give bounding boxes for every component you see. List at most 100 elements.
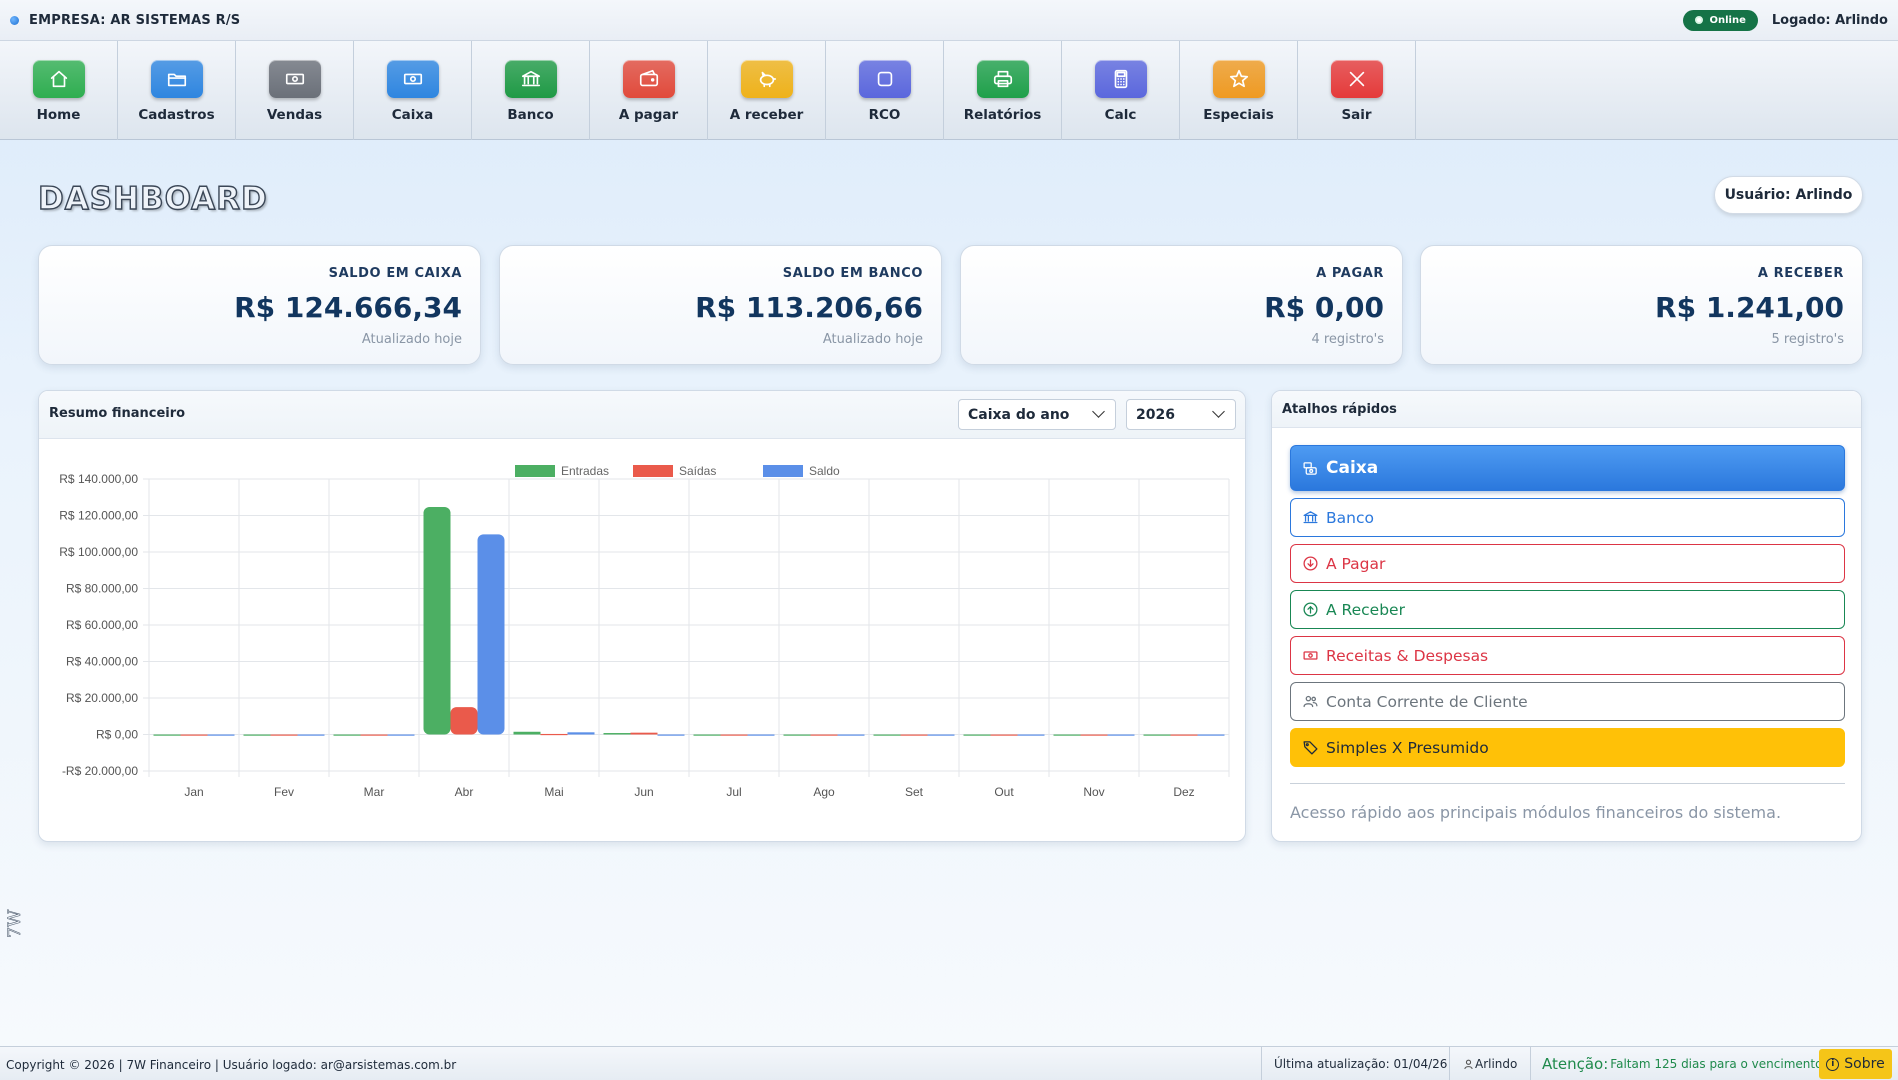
y-tick-label: R$ 20.000,00	[66, 691, 138, 705]
bank-icon	[504, 60, 557, 98]
cash-icon	[1302, 647, 1326, 664]
bar-sadas	[1170, 734, 1198, 736]
bar-saldo	[207, 734, 235, 736]
toolbar-button-caixa[interactable]: Caixa	[354, 41, 472, 140]
shortcut-receitas-despesas[interactable]: Receitas & Despesas	[1290, 636, 1845, 675]
company-name: EMPRESA: AR SISTEMAS R/S	[29, 12, 241, 28]
toolbar-button-home[interactable]: Home	[0, 41, 118, 140]
bar-entradas	[243, 734, 271, 736]
bank-icon	[1302, 509, 1326, 526]
arrow-up-circle-icon	[1302, 601, 1326, 618]
legend-label: Saídas	[679, 464, 716, 478]
bar-saldo	[477, 534, 505, 735]
shortcut-caixa[interactable]: Caixa	[1290, 445, 1845, 491]
card-subtext: 5 registro's	[1771, 332, 1844, 347]
user-pill[interactable]: Usuário: Arlindo	[1714, 176, 1863, 214]
y-tick-label: R$ 140.000,00	[59, 472, 138, 486]
tag-icon	[1302, 739, 1326, 756]
bar-entradas	[513, 731, 541, 735]
card-value: R$ 124.666,34	[234, 291, 462, 324]
panel-header: Resumo financeiro Caixa do ano 2026	[39, 391, 1245, 439]
x-tick-label: Set	[905, 785, 924, 799]
bar-entradas	[603, 733, 631, 735]
bar-entradas	[873, 734, 901, 736]
toolbar-button-a-receber[interactable]: A receber	[708, 41, 826, 140]
folder-icon	[150, 60, 203, 98]
period-select[interactable]: Caixa do ano	[958, 399, 1116, 430]
y-tick-label: -R$ 20.000,00	[62, 764, 138, 778]
legend-swatch	[633, 465, 673, 477]
shortcut-label: Conta Corrente de Cliente	[1326, 692, 1528, 711]
footer: Copyright © 2026 | 7W Financeiro | Usuár…	[0, 1046, 1898, 1080]
toolbar-label: Calc	[1104, 107, 1137, 123]
year-select[interactable]: 2026	[1126, 399, 1236, 430]
y-tick-label: R$ 80.000,00	[66, 582, 138, 596]
card-label: A RECEBER	[1757, 266, 1844, 281]
toolbar-button-sair[interactable]: Sair	[1298, 41, 1416, 140]
legend-label: Saldo	[809, 464, 840, 478]
toolbar-button-rco[interactable]: RCO	[826, 41, 944, 140]
attention-label: Atenção:	[1542, 1055, 1609, 1073]
last-update-text: Última atualização: 01/04/26	[1274, 1057, 1448, 1071]
toolbar-button-relatórios[interactable]: Relatórios	[944, 41, 1062, 140]
bar-saldo	[747, 734, 775, 736]
bar-entradas	[153, 734, 181, 736]
shortcut-label: Receitas & Despesas	[1326, 646, 1489, 665]
shortcut-a-pagar[interactable]: A Pagar	[1290, 544, 1845, 583]
y-tick-label: R$ 40.000,00	[66, 655, 138, 669]
card-a-receber[interactable]: A RECEBER R$ 1.241,00 5 registro's	[1420, 245, 1863, 365]
home-icon	[32, 60, 85, 98]
logged-user: Logado: Arlindo	[1771, 12, 1888, 28]
toolbar-label: Sair	[1341, 107, 1372, 123]
shortcut-conta-corrente-de-cliente[interactable]: Conta Corrente de Cliente	[1290, 682, 1845, 721]
card-value: R$ 1.241,00	[1655, 291, 1844, 324]
toolbar-button-calc[interactable]: Calc	[1062, 41, 1180, 140]
shortcuts-note: Acesso rápido aos principais módulos fin…	[1290, 803, 1782, 822]
bar-sadas	[720, 734, 748, 736]
shortcut-simples-x-presumido[interactable]: Simples X Presumido	[1290, 728, 1845, 767]
x-tick-label: Dez	[1173, 785, 1194, 799]
legend-swatch	[515, 465, 555, 477]
user-icon	[1464, 1059, 1473, 1069]
footer-user: Arlindo	[1449, 1047, 1531, 1080]
shortcut-label: Banco	[1326, 508, 1374, 527]
toolbar-button-vendas[interactable]: Vendas	[236, 41, 354, 140]
printer-icon	[976, 60, 1029, 98]
shortcut-a-receber[interactable]: A Receber	[1290, 590, 1845, 629]
period-select-value: Caixa do ano	[968, 406, 1070, 423]
cash-register-icon	[1302, 460, 1326, 477]
bar-saldo	[297, 734, 325, 736]
toolbar-label: A receber	[729, 107, 804, 123]
bar-saldo	[1107, 734, 1135, 736]
toolbar-label: Caixa	[391, 107, 434, 123]
top-bar: EMPRESA: AR SISTEMAS R/S Online Logado: …	[0, 0, 1898, 41]
toolbar-button-cadastros[interactable]: Cadastros	[118, 41, 236, 140]
online-dot-icon	[1695, 16, 1704, 24]
x-tick-label: Out	[994, 785, 1014, 799]
x-tick-label: Jun	[634, 785, 653, 799]
toolbar-button-banco[interactable]: Banco	[472, 41, 590, 140]
attention-text: Faltam 125 dias para o vencimento.	[1610, 1057, 1827, 1071]
bar-sadas	[990, 734, 1018, 736]
side-logo-mark: 7W	[5, 909, 26, 938]
bar-entradas	[963, 734, 991, 736]
y-tick-label: R$ 0,00	[96, 728, 138, 742]
toolbar-button-a-pagar[interactable]: A pagar	[590, 41, 708, 140]
shortcut-banco[interactable]: Banco	[1290, 498, 1845, 537]
online-status-label: Online	[1709, 14, 1746, 26]
people-icon	[1302, 693, 1326, 710]
card-value: R$ 113.206,66	[695, 291, 923, 324]
bar-saldo	[387, 734, 415, 736]
card-a-pagar[interactable]: A PAGAR R$ 0,00 4 registro's	[960, 245, 1403, 365]
card-saldo-caixa[interactable]: SALDO EM CAIXA R$ 124.666,34 Atualizado …	[38, 245, 481, 365]
about-button[interactable]: i Sobre	[1819, 1049, 1892, 1079]
bar-entradas	[783, 734, 811, 736]
y-tick-label: R$ 120.000,00	[59, 509, 138, 523]
shortcut-label: Simples X Presumido	[1326, 738, 1489, 757]
y-tick-label: R$ 60.000,00	[66, 618, 138, 632]
footer-attention: Atenção: Faltam 125 dias para o vencimen…	[1530, 1047, 1837, 1080]
bar-saldo	[1017, 734, 1045, 736]
card-saldo-banco[interactable]: SALDO EM BANCO R$ 113.206,66 Atualizado …	[499, 245, 942, 365]
toolbar-button-especiais[interactable]: Especiais	[1180, 41, 1298, 140]
card-label: SALDO EM BANCO	[782, 266, 923, 281]
